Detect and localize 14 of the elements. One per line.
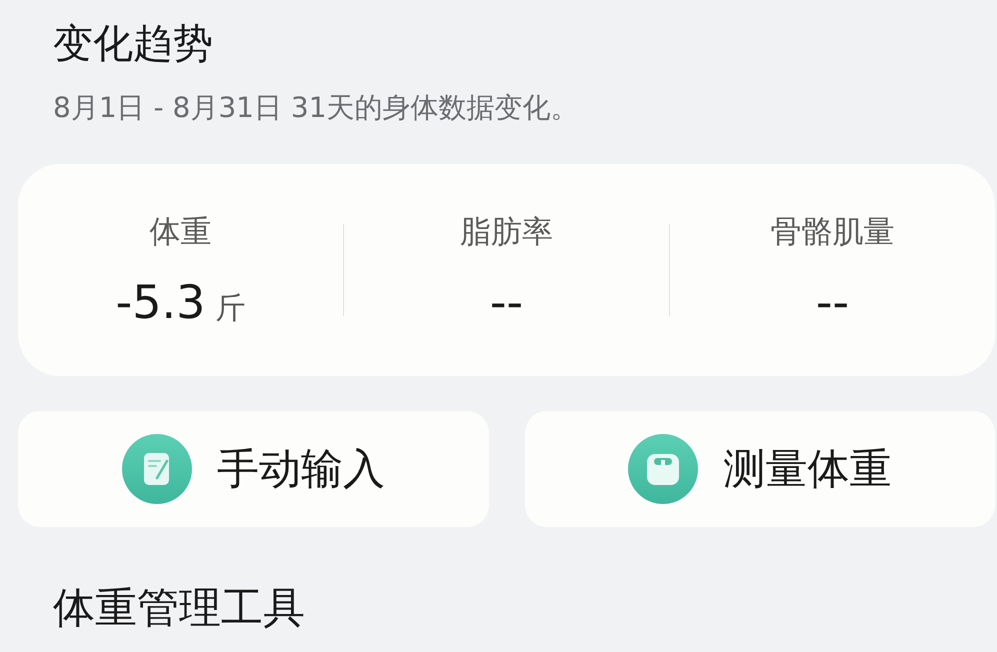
scale-icon <box>628 434 698 504</box>
stat-unit: 斤 <box>215 290 246 328</box>
stat-label: 脂肪率 <box>460 213 553 252</box>
stat-label: 骨骼肌量 <box>770 213 894 252</box>
section-title: 体重管理工具 <box>53 582 305 634</box>
stat-value: -5.3 <box>116 276 206 328</box>
stat-value: -- <box>490 276 524 328</box>
section-title: 变化趋势 <box>53 20 213 69</box>
stat-label: 体重 <box>150 213 212 252</box>
note-pen-icon <box>122 434 192 504</box>
stat-value: -- <box>816 276 850 328</box>
action-button[interactable]: 测量体重 <box>524 411 995 527</box>
action-button[interactable]: 手动输入 <box>18 411 488 527</box>
date-range-text: 8月1日 - 8月31日 31天的身体数据变化。 <box>53 90 579 126</box>
